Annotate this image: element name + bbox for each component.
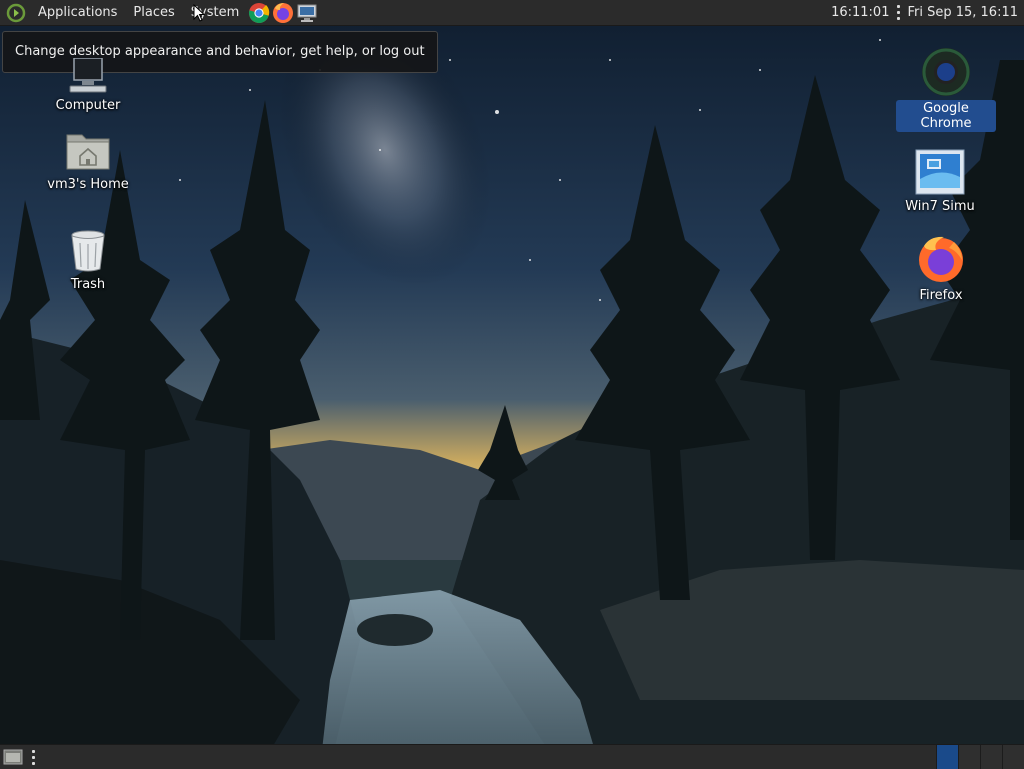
desktop-label: Win7 Simu bbox=[905, 199, 975, 214]
desktop-wallpaper bbox=[0, 0, 1024, 768]
desktop-label: Google Chrome bbox=[896, 100, 996, 132]
desktop-label: Firefox bbox=[919, 288, 963, 303]
desktop-icon-computer[interactable]: Computer bbox=[38, 58, 138, 114]
panel-handle-icon[interactable] bbox=[895, 4, 901, 22]
desktop-label: Computer bbox=[55, 98, 121, 113]
desktop-icon-home[interactable]: vm3's Home bbox=[38, 129, 138, 193]
workspace-2[interactable] bbox=[958, 745, 980, 769]
desktop-label: Trash bbox=[70, 277, 106, 292]
top-panel: Applications Places System 16:11:01 Fri … bbox=[0, 0, 1024, 26]
date-clock[interactable]: Fri Sep 15, 16:11 bbox=[903, 5, 1024, 20]
desktop-icon-trash[interactable]: Trash bbox=[38, 229, 138, 293]
desktop-icon-google-chrome[interactable]: Google Chrome bbox=[896, 46, 996, 132]
applications-menu[interactable]: Applications bbox=[30, 0, 125, 25]
show-desktop-icon[interactable] bbox=[3, 748, 23, 766]
distro-logo-icon[interactable] bbox=[6, 3, 26, 23]
firefox-launcher-icon[interactable] bbox=[272, 2, 294, 24]
computer-icon bbox=[69, 58, 107, 93]
home-folder-icon bbox=[66, 134, 110, 170]
desktop-icon-win7-simu[interactable]: Win7 Simu bbox=[890, 149, 990, 215]
firefox-icon bbox=[919, 236, 963, 282]
clock[interactable]: 16:11:01 bbox=[827, 5, 893, 20]
places-menu[interactable]: Places bbox=[125, 0, 182, 25]
win7-icon bbox=[915, 149, 965, 195]
chrome-launcher-icon[interactable] bbox=[248, 2, 270, 24]
chrome-icon bbox=[922, 48, 970, 96]
mouse-cursor-icon bbox=[193, 4, 205, 22]
workspace-1[interactable] bbox=[936, 745, 958, 769]
workspace-3[interactable] bbox=[980, 745, 1002, 769]
clock-area: 16:11:01 Fri Sep 15, 16:11 bbox=[827, 0, 1024, 25]
workspace-switcher[interactable] bbox=[936, 745, 1024, 769]
monitor-launcher-icon[interactable] bbox=[296, 2, 318, 24]
panel-handle-icon[interactable] bbox=[30, 748, 36, 766]
desktop-label: vm3's Home bbox=[47, 177, 129, 192]
bottom-panel bbox=[0, 744, 1024, 769]
trash-icon bbox=[71, 230, 105, 272]
workspace-4[interactable] bbox=[1002, 745, 1024, 769]
desktop-icon-firefox[interactable]: Firefox bbox=[891, 234, 991, 304]
